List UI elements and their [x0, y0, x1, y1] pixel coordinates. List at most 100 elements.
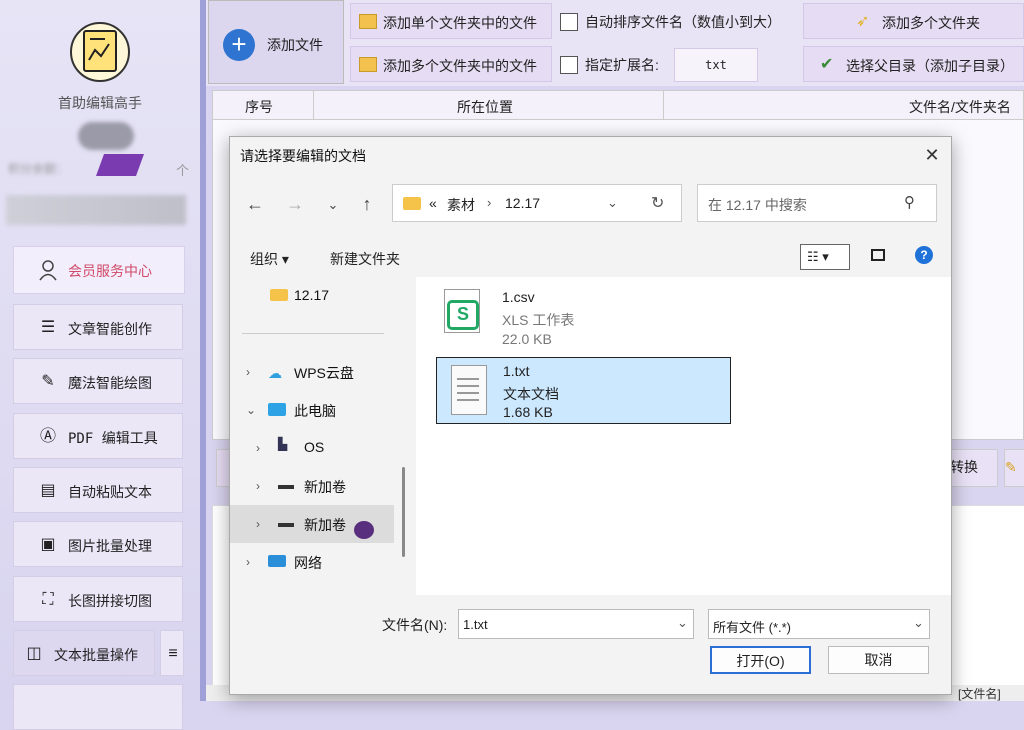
select-parent-button[interactable]: ✔ 选择父目录（添加子目录）: [803, 46, 1024, 82]
file-table-header: 序号 所在位置 文件名/文件夹名: [212, 90, 1024, 120]
organize-button[interactable]: 组织 ▾: [250, 249, 289, 269]
file-type: XLS 工作表: [502, 312, 575, 328]
address-bar[interactable]: « 素材 › 12.17 ⌄ ↻: [392, 184, 682, 222]
nav-label: 魔法智能绘图: [68, 375, 152, 391]
col-index: 序号: [245, 99, 273, 115]
ext-checkbox[interactable]: [560, 56, 578, 74]
app-title: 首助编辑高手: [58, 95, 142, 111]
nav-menu-button[interactable]: ≡: [160, 630, 184, 676]
file-open-dialog: 请选择要编辑的文档 ✕ ← → ⌄ ↑ « 素材 › 12.17 ⌄ ↻ 在 1…: [229, 136, 952, 695]
chevron-right-icon[interactable]: ›: [256, 479, 260, 493]
redaction-mark: [95, 154, 145, 176]
auto-sort-label: 自动排序文件名（数值小到大）: [585, 14, 781, 30]
dialog-title: 请选择要编辑的文档: [240, 148, 366, 164]
nav-image-batch[interactable]: ▣ 图片批量处理: [13, 521, 183, 567]
filename-label: 文件名(N):: [382, 617, 448, 633]
nav-label: 自动粘贴文本: [68, 484, 152, 500]
chevron-down-icon[interactable]: ⌄: [607, 195, 618, 211]
chevron-down-icon[interactable]: ⌄: [913, 615, 924, 631]
nav-long-image[interactable]: ⛶ 长图拼接切图: [13, 576, 183, 622]
nav-this-pc[interactable]: 此电脑: [294, 401, 336, 421]
add-single-folder-button[interactable]: 添加单个文件夹中的文件: [350, 3, 552, 39]
search-icon[interactable]: ⚲: [904, 193, 915, 211]
spreadsheet-icon: S: [444, 289, 480, 333]
chevron-down-icon[interactable]: ⌄: [677, 615, 688, 631]
add-file-button[interactable]: + 添加文件: [208, 0, 344, 84]
cancel-button[interactable]: 取消: [828, 646, 929, 674]
nav-pdf-tools[interactable]: Ⓐ PDF 编辑工具: [13, 413, 183, 459]
drive-icon: [278, 485, 294, 489]
paste-icon: ▤: [40, 482, 56, 499]
nav-scrollbar[interactable]: [402, 467, 405, 557]
image-icon: ▣: [40, 536, 56, 553]
nav-network[interactable]: 网络: [294, 553, 322, 573]
logo-document-icon: [83, 30, 117, 72]
breadcrumb-item[interactable]: 素材: [447, 195, 475, 215]
file-name: 1.txt: [503, 363, 530, 379]
chevron-right-icon[interactable]: ›: [246, 555, 250, 569]
nav-label: 长图拼接切图: [68, 593, 152, 609]
nav-label: PDF 编辑工具: [68, 431, 158, 447]
nav-article-creation[interactable]: ☰ 文章智能创作: [13, 304, 183, 350]
nav-folder-item[interactable]: 12.17: [294, 287, 329, 303]
chevron-down-icon[interactable]: ⌄: [322, 197, 344, 213]
breadcrumb-separator-icon: ›: [487, 195, 492, 210]
nav-label: 文章智能创作: [68, 321, 152, 337]
folder-icon: [359, 14, 377, 29]
breadcrumb-item[interactable]: 12.17: [505, 195, 540, 211]
check-shield-icon: ✔: [820, 56, 834, 73]
up-icon[interactable]: ↑: [356, 194, 378, 215]
brush-icon: ✎: [41, 373, 55, 390]
refresh-icon[interactable]: ↻: [651, 193, 664, 213]
sidebar-divider: [200, 0, 206, 701]
nav-volume[interactable]: 新加卷: [304, 515, 346, 535]
nav-os-drive[interactable]: OS: [304, 439, 324, 455]
filename-value: 1.txt: [463, 617, 488, 632]
close-icon[interactable]: ✕: [920, 143, 944, 167]
add-multi-folder-files-button[interactable]: 添加多个文件夹中的文件: [350, 46, 552, 82]
text-panel-icon: ◫: [26, 645, 42, 662]
back-icon[interactable]: ←: [244, 194, 266, 215]
menu-icon: ≡: [168, 645, 178, 662]
add-multi-folders-button[interactable]: ➶ 添加多个文件夹: [803, 3, 1024, 39]
member-service-button[interactable]: 会员服务中心: [13, 246, 185, 294]
chevron-right-icon[interactable]: ›: [246, 365, 250, 379]
search-box[interactable]: 在 12.17 中搜索 ⚲: [697, 184, 937, 222]
nav-label: 文本批量操作: [54, 647, 138, 663]
preview-pane-icon[interactable]: [871, 249, 885, 261]
help-icon[interactable]: ?: [915, 246, 933, 264]
folder-icon: [359, 57, 377, 72]
search-input[interactable]: 在 12.17 中搜索: [708, 195, 807, 215]
view-options-icon[interactable]: ☷ ▾: [800, 244, 850, 270]
edit-icon[interactable]: ✎: [1004, 449, 1024, 487]
nav-wps-cloud[interactable]: WPS云盘: [294, 363, 354, 383]
crop-icon: ⛶: [42, 591, 54, 608]
auto-sort-checkbox[interactable]: [560, 13, 578, 31]
ext-input[interactable]: txt: [674, 48, 758, 82]
nav-magic-drawing[interactable]: ✎ 魔法智能绘图: [13, 358, 183, 404]
new-folder-button[interactable]: 新建文件夹: [330, 249, 400, 269]
nav-next-item[interactable]: [13, 684, 183, 730]
filetype-select[interactable]: 所有文件 (*.*) ⌄: [708, 609, 930, 639]
drive-icon: [278, 523, 294, 527]
network-icon: [268, 555, 286, 567]
open-button[interactable]: 打开(O): [710, 646, 811, 674]
file-type: 文本文档: [503, 386, 559, 402]
points-label: 积分余额：: [8, 162, 69, 176]
nav-auto-paste[interactable]: ▤ 自动粘贴文本: [13, 467, 183, 513]
chevron-down-icon[interactable]: ⌄: [246, 403, 256, 417]
nav-text-batch[interactable]: ◫ 文本批量操作: [13, 630, 155, 676]
chevron-right-icon[interactable]: ›: [256, 441, 260, 455]
file-item[interactable]: S 1.csv XLS 工作表 22.0 KB: [438, 283, 698, 347]
redaction-mark: [354, 521, 374, 539]
breadcrumb-overflow[interactable]: «: [429, 195, 437, 211]
file-item-selected[interactable]: 1.txt 文本文档 1.68 KB: [436, 357, 731, 424]
filename-input[interactable]: 1.txt ⌄: [458, 609, 694, 639]
chevron-right-icon[interactable]: ›: [256, 517, 260, 531]
feather-icon: ➶: [856, 13, 870, 30]
cloud-icon: ☁: [268, 365, 282, 381]
forward-icon[interactable]: →: [284, 194, 306, 215]
file-size: 22.0 KB: [502, 331, 552, 347]
nav-volume[interactable]: 新加卷: [304, 477, 346, 497]
user-info: [6, 195, 186, 225]
